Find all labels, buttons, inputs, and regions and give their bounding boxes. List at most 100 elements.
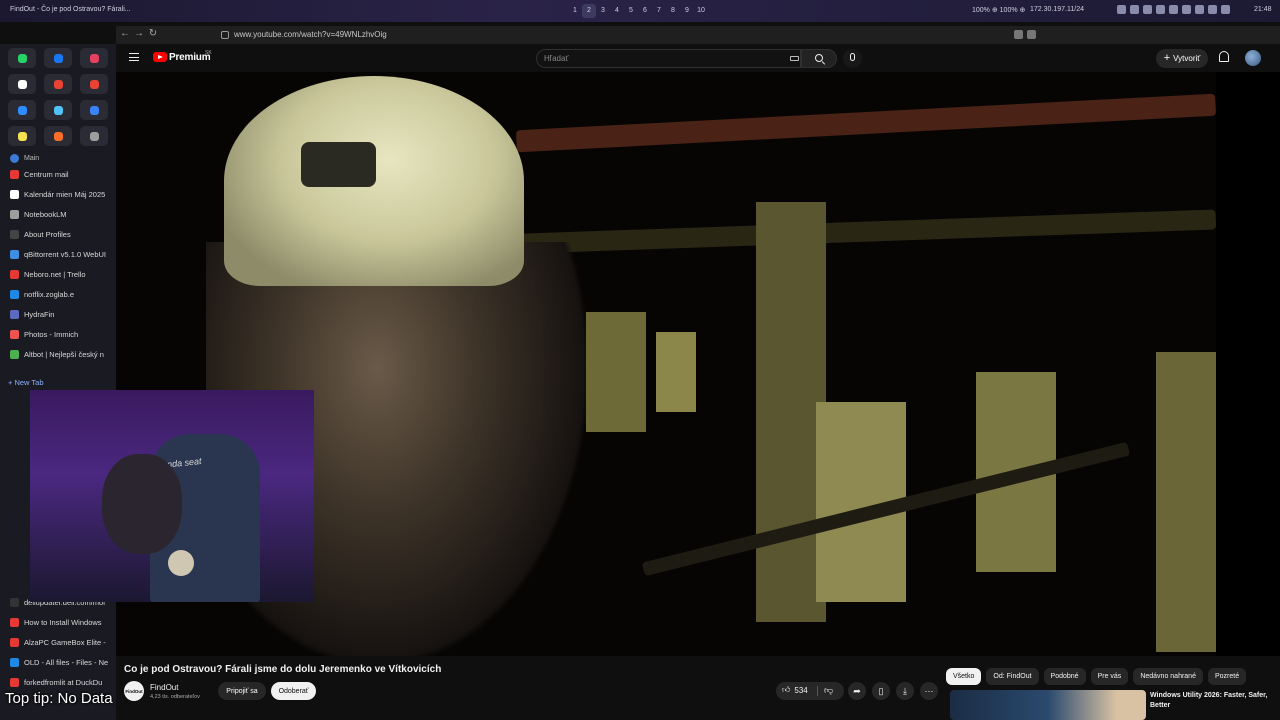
pinned-app-12[interactable] xyxy=(80,126,108,146)
recommended-video-title[interactable]: Windows Utility 2026: Faster, Safer, Bet… xyxy=(1150,691,1280,711)
pinned-app-10[interactable] xyxy=(8,126,36,146)
workspace-1[interactable]: 1 xyxy=(568,4,582,18)
recommended-video[interactable]: Windows Utility 2026: Faster, Safer, Bet… xyxy=(950,690,1280,720)
workspace-8[interactable]: 8 xyxy=(666,4,680,18)
sidebar-tab-4[interactable]: About Profiles xyxy=(0,224,116,244)
translate-icon[interactable] xyxy=(1014,30,1023,39)
sidebar-tab-1[interactable]: Centrum mail xyxy=(0,164,116,184)
tab-label: OLD - All files - Files - Ne xyxy=(24,657,109,667)
video-scene-beam xyxy=(495,209,1216,255)
search-button[interactable] xyxy=(801,49,837,68)
tray-bluetooth-icon[interactable] xyxy=(1182,5,1191,14)
favicon-icon xyxy=(10,249,19,259)
keyboard-icon[interactable] xyxy=(790,56,799,61)
filter-chip[interactable]: Nedávno nahrané xyxy=(1133,668,1203,685)
notifications-bell-icon[interactable] xyxy=(1219,51,1229,62)
tray-power-icon[interactable] xyxy=(1195,5,1204,14)
sidebar-lower-tab-2[interactable]: How to Install Windows xyxy=(0,612,116,632)
pinned-app-5[interactable] xyxy=(44,74,72,94)
filter-chip[interactable]: Podobné xyxy=(1043,668,1086,685)
pinned-app-3[interactable] xyxy=(80,48,108,68)
join-button[interactable]: Pripojiť sa xyxy=(218,682,266,700)
whatsapp-icon xyxy=(17,53,27,63)
site-info-icon[interactable] xyxy=(221,31,229,39)
pinned-app-6[interactable] xyxy=(80,74,108,94)
download-button[interactable]: ⤓ xyxy=(896,682,914,700)
filter-chip[interactable]: Od: FindOut xyxy=(986,668,1039,685)
favicon-icon xyxy=(10,209,19,219)
search-input[interactable] xyxy=(544,54,774,63)
tray-chrome-icon[interactable] xyxy=(1208,5,1217,14)
sidebar-tab-6[interactable]: Neboro.net | Trello xyxy=(0,264,116,284)
share-button[interactable]: ➦ xyxy=(848,682,866,700)
top-tip-overlay: Top tip: No Data xyxy=(5,690,113,707)
new-tab-button[interactable]: + New Tab xyxy=(8,378,44,387)
create-button[interactable]: + Vytvoriť xyxy=(1156,49,1208,68)
forward-icon[interactable]: → xyxy=(132,28,146,39)
tray-discord-icon[interactable] xyxy=(1156,5,1165,14)
sidebar-lower-tab-3[interactable]: AlzaPC GameBox Elite - xyxy=(0,632,116,652)
youtube-logo-icon[interactable] xyxy=(153,52,167,62)
workspace-5[interactable]: 5 xyxy=(624,4,638,18)
create-label: Vytvoriť xyxy=(1173,54,1201,63)
sidebar-lower-tab-5[interactable]: forkedfromlit at DuckDu xyxy=(0,672,116,692)
sidebar-lower-tab-4[interactable]: OLD - All files - Files - Ne xyxy=(0,652,116,672)
download-icon: ⤓ xyxy=(903,685,907,696)
tray-steam-icon[interactable] xyxy=(1130,5,1139,14)
filter-chip[interactable]: Pre vás xyxy=(1090,668,1129,685)
tray-telegram-icon[interactable] xyxy=(1169,5,1178,14)
workspace-2[interactable]: 2 xyxy=(582,4,596,18)
video-scene-wall xyxy=(586,312,646,432)
workspace-6[interactable]: 6 xyxy=(638,4,652,18)
sidebar-tab-7[interactable]: notflix.zoglab.e xyxy=(0,284,116,304)
pinned-app-11[interactable] xyxy=(44,126,72,146)
sidebar-tab-9[interactable]: Photos - Immich xyxy=(0,324,116,344)
hamburger-menu-icon[interactable] xyxy=(129,53,139,61)
sidebar-tab-3[interactable]: NotebookLM xyxy=(0,204,116,224)
reload-icon[interactable]: ↻ xyxy=(146,28,160,39)
workspace-4[interactable]: 4 xyxy=(610,4,624,18)
tray-phone-icon[interactable] xyxy=(1117,5,1126,14)
channel-name[interactable]: FindOut xyxy=(150,683,178,692)
messenger-icon xyxy=(53,53,63,63)
pinned-app-2[interactable] xyxy=(44,48,72,68)
save-button[interactable]: ▯ xyxy=(872,682,890,700)
account-avatar[interactable] xyxy=(1245,50,1261,66)
workspace-10[interactable]: 10 xyxy=(694,4,708,18)
tray-more-icon[interactable] xyxy=(1221,5,1230,14)
group-label-text: Main xyxy=(24,154,40,162)
favicon-icon xyxy=(10,229,19,239)
pinned-app-9[interactable] xyxy=(80,100,108,120)
back-icon[interactable]: ← xyxy=(118,28,132,39)
tab-search-icon[interactable] xyxy=(1027,30,1036,39)
webcam-overlay: anda seat xyxy=(30,390,314,602)
recommended-video-thumbnail[interactable] xyxy=(950,690,1146,720)
ip-address: 172.30.197.11/24 xyxy=(1030,6,1084,13)
pinned-app-4[interactable] xyxy=(8,74,36,94)
tab-group-label[interactable]: Main xyxy=(0,152,116,164)
sidebar-tab-2[interactable]: Kalendár mien Máj 2025 xyxy=(0,184,116,204)
tab-label: Altbot | Nejlepší český n xyxy=(24,349,104,359)
like-button[interactable]: 👍︎ 534 xyxy=(782,685,808,695)
sidebar-tab-5[interactable]: qBittorrent v5.1.0 WebUI xyxy=(0,244,116,264)
workspace-3[interactable]: 3 xyxy=(596,4,610,18)
workspace-9[interactable]: 9 xyxy=(680,4,694,18)
pinned-app-1[interactable] xyxy=(8,48,36,68)
more-actions-button[interactable]: ⋯ xyxy=(920,682,938,700)
favicon-icon xyxy=(10,349,19,359)
pinned-app-8[interactable] xyxy=(44,100,72,120)
subscribe-button[interactable]: Odoberať xyxy=(271,682,316,700)
dislike-button[interactable]: 👎︎ xyxy=(824,685,833,696)
pinned-app-7[interactable] xyxy=(8,100,36,120)
favicon-icon xyxy=(10,597,19,607)
channel-avatar[interactable]: FindOut xyxy=(124,681,144,701)
favicon-icon xyxy=(10,329,19,339)
filter-chip[interactable]: Pozreté xyxy=(1207,668,1247,685)
voice-search-button[interactable] xyxy=(843,49,862,68)
address-bar[interactable]: www.youtube.com/watch?v=49WNLzhvOig xyxy=(234,30,387,39)
sidebar-tab-8[interactable]: HydraFin xyxy=(0,304,116,324)
sidebar-tab-10[interactable]: Altbot | Nejlepší český n xyxy=(0,344,116,364)
tray-network-icon[interactable] xyxy=(1143,5,1152,14)
filter-chip[interactable]: Všetko xyxy=(946,668,982,685)
workspace-7[interactable]: 7 xyxy=(652,4,666,18)
